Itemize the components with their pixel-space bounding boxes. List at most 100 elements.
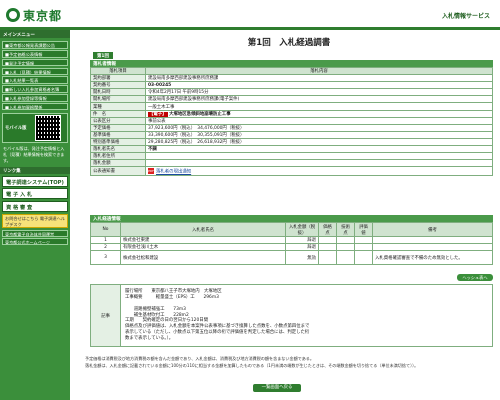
mobile-link[interactable]: モバイル版 bbox=[2, 113, 68, 144]
bidder-name: 有限会社浅川土木 bbox=[120, 243, 286, 252]
column-header-content: 落札内容 bbox=[145, 66, 493, 76]
column-header-bidder: 入札者氏名 bbox=[120, 222, 286, 237]
table-row: 基準価格 33,390,600円（税込） 30,355,091円（税抜） bbox=[90, 130, 493, 139]
row-label: 開札場所 bbox=[90, 95, 146, 104]
tokyo-emblem-icon bbox=[6, 8, 20, 22]
winner-section-title: 落札者情報 bbox=[90, 60, 493, 67]
sidebar-item-order-schedule[interactable]: ■発注予定情報 bbox=[2, 58, 68, 67]
tokyo-logo[interactable]: 東京都 bbox=[6, 7, 62, 23]
electronic-tag: 【電子】 bbox=[148, 111, 168, 117]
row-label: 公表通知書 bbox=[90, 166, 146, 177]
row-value: 建設局南多摩西部建設事務所庶務課 bbox=[145, 74, 493, 83]
remarks-table: 記事 履行場所 東京都八王子市大塚地内 大塚地区 工事概要 軽量盛土（EPS）工… bbox=[90, 284, 493, 347]
history-button[interactable]: ヘッシュ表へ bbox=[457, 274, 493, 281]
notice-link[interactable]: 落札者の現出通知 bbox=[156, 170, 191, 175]
sidebar-item-announcement[interactable]: ■東京都公報発表課題公告 bbox=[2, 41, 68, 49]
table-row: 落札者住所 bbox=[90, 152, 493, 161]
table-row: 2 有限会社浅川土木 辞退 bbox=[90, 243, 493, 252]
row-value: 建設局南多摩西部建設事務所庶務課(電子案件) bbox=[145, 95, 493, 104]
qr-code-icon bbox=[35, 115, 61, 142]
row-value bbox=[145, 152, 493, 161]
row-value: 令和4年2月17日 午前9時15分 bbox=[145, 88, 493, 97]
row-label: 落札金額 bbox=[90, 159, 146, 168]
price-score bbox=[318, 243, 337, 252]
table-row: 開札場所 建設局南多摩西部建設事務所庶務課(電子案件) bbox=[90, 95, 493, 104]
e-procurement-button[interactable]: 電子調達システム(TOP) bbox=[2, 175, 68, 187]
table-row: 公表通知書 PDF 落札者の現出通知 bbox=[90, 166, 493, 177]
logo-text: 東京都 bbox=[23, 8, 63, 23]
sidebar-menu: ■東京都公報発表課題公告 ■予定価格公表情報 ■発注予定情報 ■入札（見積）結果… bbox=[0, 38, 70, 111]
bid-amount: 無効 bbox=[285, 250, 319, 266]
row-label: 予定価格 bbox=[90, 123, 146, 132]
round-tab: 第1回 bbox=[93, 52, 113, 59]
row-value: 事前公表 bbox=[145, 116, 493, 125]
row-label: 業種 bbox=[90, 102, 146, 111]
page-title: 第1回 入札経過調書 bbox=[247, 38, 331, 48]
sidebar-item-bid-results[interactable]: ■入札（見積）結果情報 bbox=[2, 67, 68, 76]
column-header-amount: 入札金額（税抜） bbox=[285, 222, 319, 237]
helpdesk-button[interactable]: お問合せはこちら 電子調達ヘルプデスク bbox=[2, 213, 68, 228]
column-header-remark: 備考 bbox=[372, 222, 493, 237]
column-header-tech-score: 技術点 bbox=[336, 222, 355, 237]
remark-line: 数まで表示している。）。 bbox=[125, 335, 174, 341]
bid-amount: 辞退 bbox=[285, 235, 319, 245]
table-row: 開札日時 令和4年2月17日 午前9時15分 bbox=[90, 88, 493, 97]
back-to-list-button[interactable]: 一覧画面へ戻る bbox=[253, 384, 301, 392]
e-bidding-button[interactable]: 電 子 入 札 bbox=[2, 188, 68, 200]
row-value bbox=[145, 159, 493, 168]
row-label: 開札日時 bbox=[90, 88, 146, 97]
table-row: 契約部署 建設局南多摩西部建設事務所庶務課 bbox=[90, 74, 493, 83]
row-value: PDF 落札者の現出通知 bbox=[145, 166, 493, 177]
bid-no: 2 bbox=[90, 243, 121, 252]
bid-remark bbox=[372, 235, 493, 245]
bid-no: 1 bbox=[90, 235, 121, 245]
row-label: 基準価格 bbox=[90, 130, 146, 139]
table-row: 落札金額 bbox=[90, 159, 493, 168]
footnote: 予定価格は消費税及び地方消費税の額を含んだ金額であり、入札金額は、消費税及び地方… bbox=[85, 356, 314, 361]
remarks-content: 履行場所 東京都八王子市大塚地内 大塚地区 工事概要 軽量盛土（EPS）工 29… bbox=[120, 284, 493, 347]
sidebar-item-registration[interactable]: ■入札参加登録等情報 bbox=[2, 94, 68, 102]
main-content: 第1回 入札経過調書 第1回 落札者情報 落札項目 落札内容 契約部署 建設局南多… bbox=[85, 30, 493, 400]
mobile-note: モバイル版は、発注予定情報と入札（見積）結果情報を検索できます。 bbox=[3, 146, 65, 163]
eval-value bbox=[354, 243, 373, 252]
row-label: 契約番号 bbox=[90, 81, 146, 90]
row-value: 【電子】 大塚地区急傾斜地崩壊防止工事 bbox=[145, 109, 493, 118]
sidebar-item-qualification[interactable]: ■入札参加資格関係 bbox=[2, 102, 68, 111]
pdf-icon: PDF bbox=[148, 168, 154, 175]
bidder-name: 株式会社松和建設 bbox=[120, 250, 286, 266]
sidebar-item-result-list[interactable]: ■入札結果一覧表 bbox=[2, 76, 68, 84]
column-header-price-score: 価格点 bbox=[318, 222, 337, 237]
bid-amount: 辞退 bbox=[285, 243, 319, 252]
table-row: 契約番号 03-00245 bbox=[90, 81, 493, 90]
table-row: 公表区分 事前公表 bbox=[90, 116, 493, 125]
column-header-eval: 評価値 bbox=[354, 222, 373, 237]
row-label: 契約部署 bbox=[90, 74, 146, 83]
row-value: 37,923,600円（税込） 34,476,000円（税抜） bbox=[145, 123, 493, 132]
qualification-button[interactable]: 資 格 審 査 bbox=[2, 200, 68, 212]
tech-score bbox=[336, 235, 355, 245]
sidebar-item-qualification-roster[interactable]: ■新しい入札参加資格者名簿 bbox=[2, 85, 68, 93]
table-row: 特別基準価格 29,280,825円（税込） 26,618,932円（税抜） bbox=[90, 137, 493, 147]
column-header-no: No bbox=[90, 222, 121, 237]
bid-no: 3 bbox=[90, 250, 121, 266]
row-label: 公表区分 bbox=[90, 116, 146, 125]
table-row: 業種 一般土木工事 bbox=[90, 102, 493, 111]
price-score bbox=[318, 235, 337, 245]
row-value: 一般土木工事 bbox=[145, 102, 493, 111]
winner-table: 落札項目 落札内容 契約部署 建設局南多摩西部建設事務所庶務課 契約番号 03-00… bbox=[90, 66, 493, 177]
links-title: リンク集 bbox=[0, 167, 70, 175]
official-site-link[interactable]: 東京都公式ホームページ bbox=[2, 238, 68, 246]
price-score bbox=[318, 250, 337, 266]
joint-operation-link[interactable]: 東京都電子自治体共同運営 bbox=[2, 229, 68, 237]
row-value: 29,280,825円（税込） 26,618,932円（税抜） bbox=[145, 137, 493, 147]
bid-table: No 入札者氏名 入札金額（税抜） 価格点 技術点 評価値 備考 1 株式会社東建… bbox=[90, 222, 493, 266]
tech-score bbox=[336, 243, 355, 252]
row-label: 件 名 bbox=[90, 109, 146, 118]
row-value: 33,390,600円（税込） 30,355,091円（税抜） bbox=[145, 130, 493, 139]
bid-remark bbox=[372, 243, 493, 252]
mobile-label: モバイル版 bbox=[5, 126, 27, 132]
row-value: 03-00245 bbox=[145, 81, 493, 90]
sidebar-item-estimated-price[interactable]: ■予定価格公表情報 bbox=[2, 50, 68, 58]
sidebar: メインメニュー ■東京都公報発表課題公告 ■予定価格公表情報 ■発注予定情報 ■… bbox=[0, 30, 70, 400]
remarks-label: 記事 bbox=[90, 284, 121, 347]
